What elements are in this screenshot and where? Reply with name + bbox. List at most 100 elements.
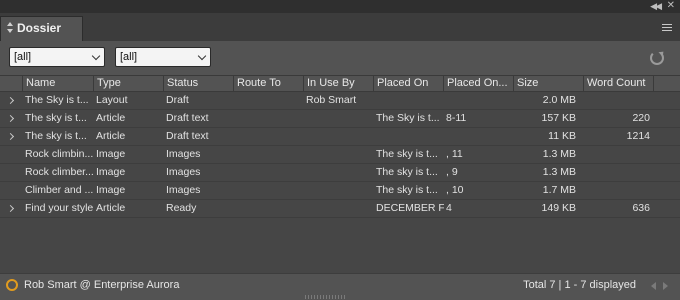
cell-size: 157 KB: [541, 112, 576, 124]
result-count-label: Total 7 | 1 - 7 displayed: [523, 279, 636, 291]
cell-type: Image: [96, 184, 126, 196]
column-header-type[interactable]: Type: [93, 76, 164, 92]
tab-dossier[interactable]: Dossier: [0, 16, 83, 41]
column-header-name[interactable]: Name: [22, 76, 94, 92]
cell-status: Draft text: [166, 112, 209, 124]
table-row[interactable]: The sky is t... Article Draft text The Sky …: [0, 110, 680, 128]
table-row[interactable]: The sky is t... Article Draft text 11 KB 121…: [0, 128, 680, 146]
chevron-right-icon[interactable]: [6, 114, 15, 123]
table-row[interactable]: Rock climber... Image Images The sky is t..…: [0, 164, 680, 182]
cell-route-to: [233, 110, 304, 127]
table-body: The Sky is t... Layout Draft Rob Smart 2.0 M…: [0, 92, 680, 218]
chevron-right-icon[interactable]: [6, 132, 15, 141]
cell-placed-on: The sky is t...: [376, 184, 438, 196]
cell-placed-on-page: , 11: [446, 148, 463, 160]
cell-word-count: [583, 182, 653, 199]
cell-type: Article: [96, 202, 126, 214]
filter-select-1-value: [all]: [14, 51, 32, 63]
cell-route-to: [233, 200, 304, 217]
cell-size: 11 KB: [548, 130, 576, 142]
cell-status: Ready: [166, 202, 197, 214]
cell-status: Draft: [166, 94, 189, 106]
table-row[interactable]: Rock climbin... Image Images The sky is t..…: [0, 146, 680, 164]
cell-status: Images: [166, 148, 201, 160]
cell-placed-on-page: 4: [446, 202, 452, 214]
chevron-down-icon: [91, 51, 101, 61]
column-header-placed-on[interactable]: Placed On: [373, 76, 444, 92]
cell-placed-on: DECEMBER F...: [376, 202, 444, 214]
column-header-route-to[interactable]: Route To: [233, 76, 304, 92]
column-header-in-use-by[interactable]: In Use By: [303, 76, 374, 92]
cell-status: Draft text: [166, 130, 209, 142]
cell-word-count: 636: [632, 202, 650, 214]
cell-in-use-by: [303, 128, 374, 145]
cell-word-count: 220: [632, 112, 650, 124]
chevron-right-icon[interactable]: [6, 96, 15, 105]
cell-name: The sky is t...: [25, 112, 87, 124]
column-header-word-count[interactable]: Word Count: [583, 76, 654, 92]
chevron-down-icon: [197, 51, 207, 61]
cell-in-use-by: Rob Smart: [306, 94, 357, 106]
cell-placed-on-page: , 10: [446, 184, 464, 196]
column-header-size[interactable]: Size: [513, 76, 584, 92]
filter-select-2-value: [all]: [120, 51, 138, 63]
close-icon[interactable]: ✕: [667, 0, 675, 11]
tab-label: Dossier: [17, 21, 62, 35]
chevron-right-icon[interactable]: [6, 204, 15, 213]
filter-select-2[interactable]: [all]: [115, 47, 211, 67]
next-page-icon[interactable]: [663, 282, 668, 290]
table-row[interactable]: Find your styleArticle Ready DECEMBER F...…: [0, 200, 680, 218]
cell-placed-on-page: , 9: [446, 166, 458, 178]
cell-name: Climber and ...: [25, 184, 94, 196]
cell-name: Rock climber...: [25, 166, 94, 178]
panel-tab-bar: Dossier: [0, 13, 680, 41]
cell-route-to: [233, 146, 304, 163]
resize-grip-icon[interactable]: [305, 295, 347, 299]
cell-placed-on: The Sky is t...: [376, 112, 440, 124]
table-row[interactable]: The Sky is t... Layout Draft Rob Smart 2.0 M…: [0, 92, 680, 110]
cell-size: 2.0 MB: [542, 94, 576, 106]
cell-word-count: [583, 164, 653, 181]
cell-route-to: [233, 128, 304, 145]
column-header-status[interactable]: Status: [163, 76, 234, 92]
filter-select-1[interactable]: [all]: [9, 47, 105, 67]
cell-size: 1.3 MB: [542, 148, 576, 160]
cell-size: 1.3 MB: [542, 166, 576, 178]
cell-route-to: [233, 164, 304, 181]
cell-word-count: 1214: [626, 130, 650, 142]
filter-bar: [all] [all]: [0, 41, 680, 75]
cell-placed-on-page: [443, 128, 514, 145]
cell-name: Find your style: [25, 202, 94, 214]
cell-size: 1.7 MB: [542, 184, 576, 196]
cell-route-to: [233, 92, 304, 109]
cell-type: Image: [96, 148, 126, 160]
cell-in-use-by: [303, 110, 374, 127]
cell-placed-on: The sky is t...: [376, 148, 438, 160]
cell-in-use-by: [303, 200, 374, 217]
cell-type: Article: [96, 130, 126, 142]
cell-type: Image: [96, 166, 126, 178]
cell-word-count: [583, 146, 653, 163]
previous-page-icon[interactable]: [651, 282, 656, 290]
cell-in-use-by: [303, 164, 374, 181]
panel-title-bar: ◀◀ ✕: [0, 0, 680, 13]
cell-route-to: [233, 182, 304, 199]
tab-resize-icon: [7, 22, 13, 34]
cell-status: Images: [166, 166, 201, 178]
panel-menu-icon[interactable]: [662, 24, 672, 31]
cell-status: Images: [166, 184, 201, 196]
cell-in-use-by: [303, 182, 374, 199]
cell-name: The Sky is t...: [25, 94, 89, 106]
user-server-label: Rob Smart @ Enterprise Aurora: [24, 279, 180, 291]
cell-placed-on-page: [443, 92, 514, 109]
cell-name: The sky is t...: [25, 130, 87, 142]
column-header-placed-on-page[interactable]: Placed On...: [443, 76, 514, 92]
cell-type: Layout: [96, 94, 128, 106]
cell-size: 149 KB: [541, 202, 576, 214]
collapse-icon[interactable]: ◀◀: [650, 1, 662, 12]
table-header: Name Type Status Route To In Use By Plac…: [0, 75, 680, 92]
table-row[interactable]: Climber and ... Image Images The sky is t..…: [0, 182, 680, 200]
cell-name: Rock climbin...: [25, 148, 94, 160]
cell-placed-on: The sky is t...: [376, 166, 438, 178]
refresh-icon[interactable]: [650, 51, 664, 65]
